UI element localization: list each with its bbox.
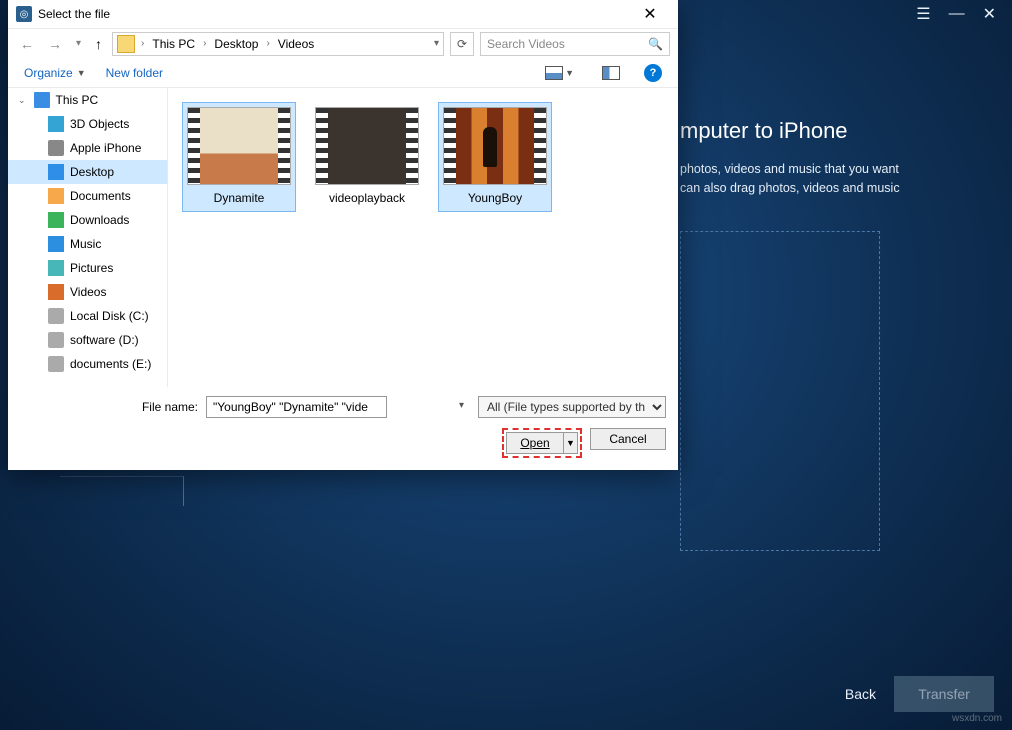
dialog-title: Select the file (38, 7, 624, 21)
folder-icon (48, 164, 64, 180)
preview-pane-button[interactable] (598, 66, 624, 80)
sidebar-item-label: Documents (70, 189, 131, 203)
chevron-down-icon[interactable]: ⌄ (18, 95, 26, 106)
video-thumbnail (187, 107, 291, 185)
sidebar-item[interactable]: Downloads (8, 208, 167, 232)
breadcrumb[interactable]: › This PC › Desktop › Videos ▾ (112, 32, 444, 56)
page-desc: photos, videos and music that you want c… (680, 160, 940, 198)
folder-icon (48, 236, 64, 252)
sidebar-item-label: Desktop (70, 165, 114, 179)
app-icon: ◎ (16, 6, 32, 22)
file-list[interactable]: Dynamite videoplayback YoungBoy (168, 88, 678, 387)
sidebar-item-label: 3D Objects (70, 117, 129, 131)
drop-zone[interactable] (680, 231, 880, 551)
cancel-button[interactable]: Cancel (590, 428, 666, 450)
sidebar-tree[interactable]: ⌄ This PC 3D Objects Apple iPhone Desktop D… (8, 88, 168, 387)
list-icon[interactable]: ☰ (916, 4, 930, 24)
sidebar-item-label: Videos (70, 285, 106, 299)
sidebar-item[interactable]: software (D:) (8, 328, 167, 352)
new-folder-button[interactable]: New folder (106, 66, 163, 80)
chevron-right-icon[interactable]: › (201, 38, 208, 49)
page-title: mputer to iPhone (680, 118, 848, 144)
folder-icon (48, 332, 64, 348)
sidebar-item-label: Pictures (70, 261, 113, 275)
dialog-close-icon[interactable]: ✕ (630, 4, 670, 24)
tree-root-this-pc[interactable]: ⌄ This PC (8, 88, 167, 112)
file-tile[interactable]: YoungBoy (438, 102, 552, 212)
breadcrumb-seg[interactable]: This PC (148, 37, 199, 51)
nav-up-icon[interactable]: ↑ (91, 36, 106, 52)
video-thumbnail (315, 107, 419, 185)
close-icon[interactable]: ✕ (983, 4, 996, 24)
sidebar-item-label: software (D:) (70, 333, 139, 347)
open-highlight: Open ▼ (502, 428, 582, 458)
chevron-down-icon: ▼ (77, 68, 86, 78)
sidebar-item-label: Local Disk (C:) (70, 309, 149, 323)
search-icon[interactable]: 🔍 (648, 37, 663, 51)
sidebar-item[interactable]: Local Disk (C:) (8, 304, 167, 328)
sidebar-item[interactable]: Desktop (8, 160, 167, 184)
file-label: Dynamite (185, 191, 293, 205)
sidebar-item[interactable]: Music (8, 232, 167, 256)
search-input[interactable]: 🔍 (480, 32, 670, 56)
nav-recent-icon[interactable]: ▾ (72, 38, 85, 49)
folder-icon (48, 140, 64, 156)
watermark: wsxdn.com (952, 713, 1002, 724)
nav-back-icon[interactable]: ← (16, 36, 38, 52)
sidebar-item[interactable]: Documents (8, 184, 167, 208)
open-split-icon[interactable]: ▼ (563, 433, 577, 453)
file-tile[interactable]: videoplayback (310, 102, 424, 212)
help-icon[interactable]: ? (644, 64, 662, 82)
filename-input[interactable] (206, 396, 387, 418)
nav-forward-icon: → (44, 36, 66, 52)
minimize-icon[interactable]: — (949, 5, 965, 23)
folder-icon (48, 284, 64, 300)
sidebar-item-label: Apple iPhone (70, 141, 141, 155)
organize-button[interactable]: Organize▼ (24, 66, 86, 80)
folder-icon (48, 212, 64, 228)
chevron-right-icon[interactable]: › (139, 38, 146, 49)
search-field[interactable] (487, 37, 642, 51)
sidebar-item[interactable]: Apple iPhone (8, 136, 167, 160)
transfer-button[interactable]: Transfer (894, 676, 994, 712)
chevron-down-icon[interactable]: ▾ (434, 38, 439, 49)
folder-icon (48, 308, 64, 324)
breadcrumb-seg[interactable]: Videos (274, 37, 318, 51)
chevron-right-icon[interactable]: › (264, 38, 271, 49)
breadcrumb-seg[interactable]: Desktop (210, 37, 262, 51)
sidebar-item[interactable]: Videos (8, 280, 167, 304)
file-type-filter[interactable]: All (File types supported by the (478, 396, 666, 418)
folder-icon (48, 188, 64, 204)
sidebar-item-label: Downloads (70, 213, 129, 227)
refresh-icon[interactable]: ⟳ (450, 32, 474, 56)
folder-icon (48, 356, 64, 372)
sidebar-item[interactable]: Pictures (8, 256, 167, 280)
folder-icon (48, 260, 64, 276)
file-open-dialog: ◎ Select the file ✕ ← → ▾ ↑ › This PC › … (8, 0, 678, 470)
back-button[interactable]: Back (845, 686, 876, 702)
file-label: YoungBoy (441, 191, 549, 205)
sidebar-item[interactable]: documents (E:) (8, 352, 167, 376)
filename-label: File name: (20, 400, 198, 414)
open-button[interactable]: Open ▼ (506, 432, 578, 454)
view-mode-button[interactable]: ▼ (541, 66, 578, 80)
sidebar-item-label: documents (E:) (70, 357, 151, 371)
file-label: videoplayback (313, 191, 421, 205)
sidebar-item-label: Music (70, 237, 101, 251)
sidebar-item[interactable]: 3D Objects (8, 112, 167, 136)
file-tile[interactable]: Dynamite (182, 102, 296, 212)
video-thumbnail (443, 107, 547, 185)
pc-icon (34, 92, 50, 108)
folder-icon (48, 116, 64, 132)
app-window-controls: ☰ — ✕ (916, 0, 1012, 28)
folder-icon (117, 35, 135, 53)
